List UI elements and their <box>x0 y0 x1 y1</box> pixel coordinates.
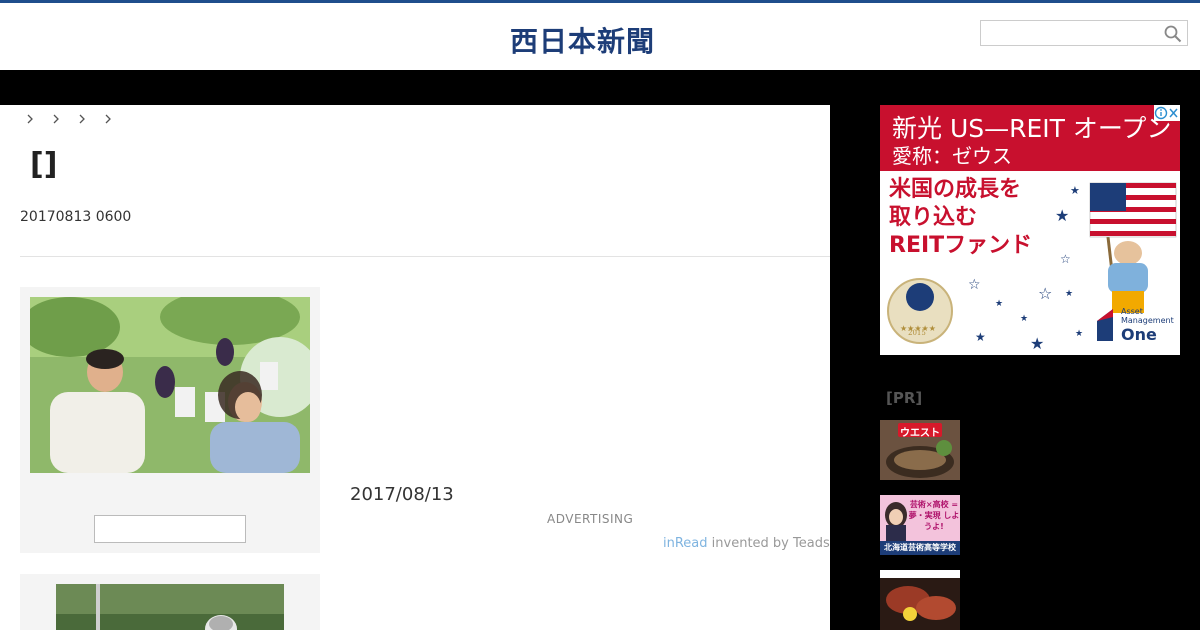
search-box[interactable] <box>980 20 1188 46</box>
svg-text:☆: ☆ <box>968 277 981 293</box>
pr-thumb-2[interactable]: 芸術×高校 =夢・実現 しようよ! 北海道芸術高等学校 <box>880 495 960 555</box>
svg-text:★: ★ <box>1020 314 1028 324</box>
article-main: [] 20170813 0600 2017/08/13 ADVERTISING … <box>0 105 830 630</box>
adchoices-icon[interactable] <box>1154 105 1180 121</box>
chevron-right-icon[interactable] <box>24 111 36 127</box>
article-photo-grapes[interactable] <box>30 297 310 473</box>
svg-text:★: ★ <box>995 299 1003 309</box>
inread-link[interactable]: inRead <box>663 536 708 551</box>
svg-text:★: ★ <box>1070 184 1080 197</box>
site-logo[interactable]: 西日本新聞 <box>510 20 655 60</box>
svg-text:★: ★ <box>975 330 986 344</box>
inread-credit: inRead invented by Teads <box>663 536 830 551</box>
search-icon[interactable] <box>1164 25 1182 43</box>
svg-text:☆: ☆ <box>1038 284 1052 303</box>
search-input[interactable] <box>985 22 1169 46</box>
chevron-right-icon[interactable] <box>50 111 62 127</box>
brand-large-text: One <box>1121 325 1157 344</box>
photo-card <box>20 287 320 553</box>
divider <box>20 256 830 257</box>
svg-text:☆: ☆ <box>1060 252 1071 266</box>
pr-thumb-label: ウエスト <box>900 428 940 439</box>
brand-small-text: Asset Management <box>1121 307 1174 325</box>
svg-text:★: ★ <box>1030 334 1044 353</box>
svg-text:★: ★ <box>1055 206 1069 225</box>
site-header: 西日本新聞 <box>0 3 1200 70</box>
svg-text:★: ★ <box>1075 329 1083 339</box>
inread-suffix: invented by Teads <box>707 536 830 551</box>
photo-card-2 <box>20 574 320 630</box>
pr-label: [PR] <box>886 389 923 407</box>
breadcrumb <box>24 111 114 129</box>
advertising-label: ADVERTISING <box>547 512 634 526</box>
pr-thumb-image <box>880 570 960 630</box>
ad-body: 米国の成長を 取り込む REITファンド ★ ★ ☆ ☆ ☆ ★ ★ ★ ★ ★… <box>880 171 1180 355</box>
chevron-right-icon[interactable] <box>76 111 88 127</box>
ad-fund-nickname: 愛称：ゼウス <box>892 144 1012 168</box>
article-title: [] <box>30 147 58 182</box>
chevron-right-icon[interactable] <box>102 111 114 127</box>
ad-header: 新光 US—REIT オープン 愛称：ゼウス <box>880 105 1180 171</box>
sidebar-ad[interactable]: 新光 US—REIT オープン 愛称：ゼウス 米国の成長を 取り込む REITフ… <box>880 105 1180 355</box>
brand-mark-icon <box>1097 309 1113 341</box>
pr-thumb-label: 芸術×高校 =夢・実現 しようよ! <box>908 500 960 531</box>
article-datetime: 20170813 0600 <box>20 209 132 225</box>
us-flag-icon <box>1089 182 1177 238</box>
pr-thumb-sublabel: 北海道芸術高等学校 <box>884 543 956 552</box>
pr-thumb-3[interactable] <box>880 570 960 630</box>
asset-management-one-logo: Asset Management One <box>1093 305 1174 345</box>
award-year: 2015 <box>908 329 926 337</box>
caption-box <box>94 515 246 543</box>
svg-text:★: ★ <box>1065 289 1073 299</box>
publish-date: 2017/08/13 <box>350 484 454 505</box>
article-photo-2[interactable] <box>56 584 284 630</box>
pr-thumb-1[interactable]: ウエスト <box>880 420 960 480</box>
